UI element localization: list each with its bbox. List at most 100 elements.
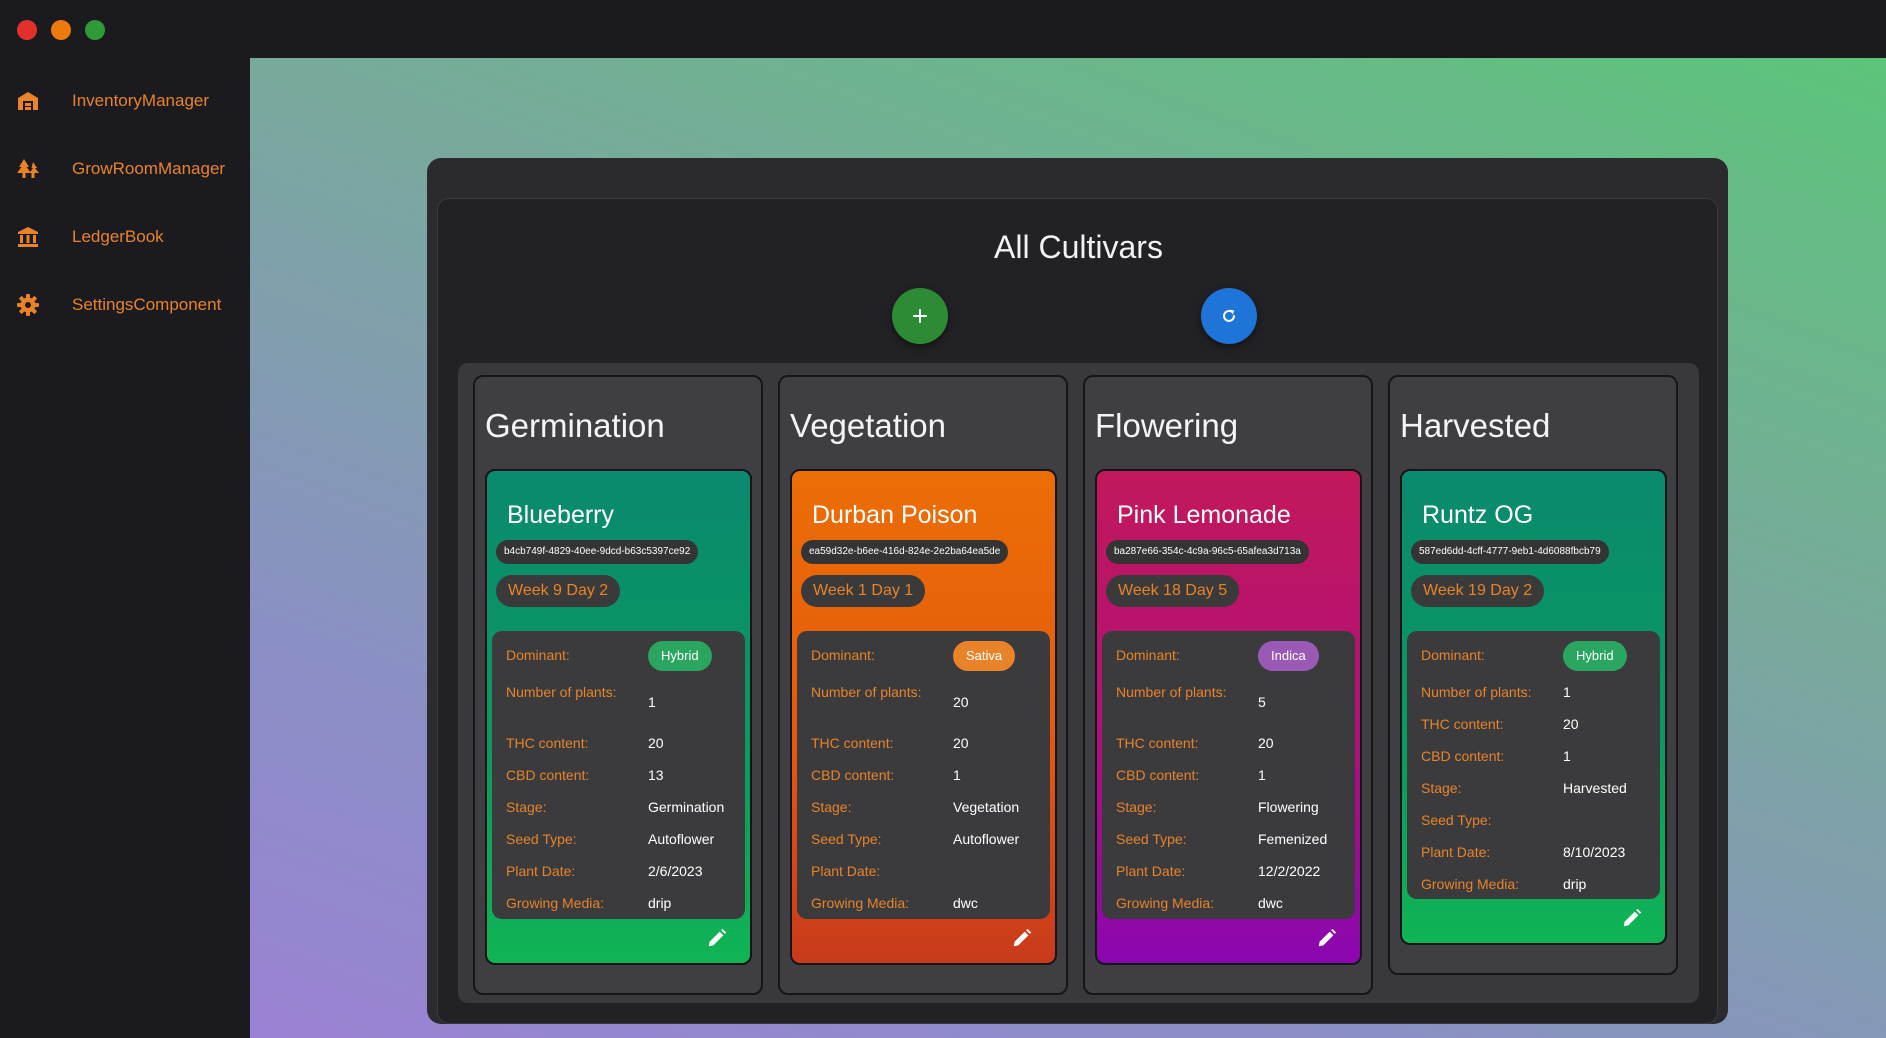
cultivar-card[interactable]: Runtz OG 587ed6dd-4cff-4777-9eb1-4d6088f… xyxy=(1400,469,1667,945)
dominant-badge: Indica xyxy=(1258,641,1319,671)
close-window-button[interactable] xyxy=(17,20,37,40)
edit-pencil-icon[interactable] xyxy=(1621,907,1643,929)
main-content: All Cultivars Germination Blueberry b4cb… xyxy=(250,58,1886,1038)
growing-media-label: Growing Media: xyxy=(506,895,605,911)
bank-icon xyxy=(18,227,38,247)
dominant-badge: Sativa xyxy=(953,641,1016,671)
plants-value: 1 xyxy=(1563,684,1571,700)
seed-type-label: Seed Type: xyxy=(1421,812,1492,828)
cultivar-card[interactable]: Blueberry b4cb749f-4829-40ee-9dcd-b63c53… xyxy=(485,469,752,965)
maximize-window-button[interactable] xyxy=(85,20,105,40)
cbd-label: CBD content: xyxy=(811,767,895,783)
sidebar-item-ledger-book[interactable]: LedgerBook xyxy=(0,212,250,262)
add-cultivar-button[interactable] xyxy=(892,288,948,344)
dominant-label: Dominant: xyxy=(1116,647,1180,663)
stage-label: Stage: xyxy=(1116,799,1157,815)
dominant-label: Dominant: xyxy=(811,647,875,663)
cultivar-name: Durban Poison xyxy=(812,501,978,529)
minimize-window-button[interactable] xyxy=(51,20,71,40)
stage-label: Stage: xyxy=(1421,780,1462,796)
stage-column-germination: Germination Blueberry b4cb749f-4829-40ee… xyxy=(473,375,763,995)
plant-date-label: Plant Date: xyxy=(1116,863,1186,879)
sidebar-item-grow-room-manager[interactable]: GrowRoomManager xyxy=(0,144,250,194)
trees-icon xyxy=(17,159,39,178)
cultivar-card[interactable]: Durban Poison ea59d32e-b6ee-416d-824e-2e… xyxy=(790,469,1057,965)
dominant-label: Dominant: xyxy=(506,647,570,663)
stage-board: Germination Blueberry b4cb749f-4829-40ee… xyxy=(458,363,1699,1003)
cultivar-id-badge: ba287e66-354c-4c9a-96c5-65afea3d713a xyxy=(1106,540,1309,564)
refresh-button[interactable] xyxy=(1201,288,1257,344)
growing-media-value: dwc xyxy=(1258,895,1283,911)
stage-label: Stage: xyxy=(811,799,852,815)
stage-value: Germination xyxy=(648,799,725,815)
cultivar-age-badge: Week 18 Day 5 xyxy=(1106,575,1240,607)
plant-date-value: 12/2/2022 xyxy=(1258,863,1321,879)
cbd-label: CBD content: xyxy=(1116,767,1200,783)
plant-date-label: Plant Date: xyxy=(1421,844,1491,860)
sidebar-item-inventory-manager[interactable]: InventoryManager xyxy=(0,76,250,126)
seed-type-label: Seed Type: xyxy=(1116,831,1187,847)
stage-value: Vegetation xyxy=(953,799,1020,815)
edit-pencil-icon[interactable] xyxy=(1316,927,1338,949)
window-titlebar xyxy=(0,0,1886,58)
plus-icon xyxy=(913,309,927,323)
thc-value: 20 xyxy=(1563,716,1579,732)
sidebar-item-label: GrowRoomManager xyxy=(72,159,226,178)
dominant-badge: Hybrid xyxy=(648,641,712,671)
plants-label: Number of plants: xyxy=(1116,684,1227,700)
plant-date-value: 8/10/2023 xyxy=(1563,844,1626,860)
column-title: Flowering xyxy=(1095,407,1239,444)
thc-label: THC content: xyxy=(506,735,589,751)
cultivars-container: All Cultivars Germination Blueberry b4cb… xyxy=(437,198,1718,1024)
cultivar-card[interactable]: Pink Lemonade ba287e66-354c-4c9a-96c5-65… xyxy=(1095,469,1362,965)
warehouse-icon xyxy=(18,92,38,110)
thc-label: THC content: xyxy=(1116,735,1199,751)
stage-column-harvested: Harvested Runtz OG 587ed6dd-4cff-4777-9e… xyxy=(1388,375,1678,975)
cultivar-id-badge: ea59d32e-b6ee-416d-824e-2e2ba64ea5de xyxy=(801,540,1009,564)
cultivar-details: Dominant: Sativa Number of plants: 20 TH… xyxy=(797,631,1050,919)
cbd-value: 1 xyxy=(1563,748,1571,764)
plants-label: Number of plants: xyxy=(1421,684,1532,700)
dominant-label: Dominant: xyxy=(1421,647,1485,663)
thc-label: THC content: xyxy=(1421,716,1504,732)
edit-pencil-icon[interactable] xyxy=(1011,927,1033,949)
column-title: Harvested xyxy=(1400,407,1551,444)
cultivar-id-badge: 587ed6dd-4cff-4777-9eb1-4d6088fbcb79 xyxy=(1411,540,1609,564)
sidebar-item-settings-component[interactable]: SettingsComponent xyxy=(0,280,250,330)
cultivar-name: Runtz OG xyxy=(1422,501,1534,529)
thc-label: THC content: xyxy=(811,735,894,751)
gear-icon xyxy=(17,294,39,316)
thc-value: 20 xyxy=(648,735,664,751)
dominant-badge: Hybrid xyxy=(1563,641,1627,671)
seed-type-value: Autoflower xyxy=(953,831,1020,847)
sidebar-item-label: InventoryManager xyxy=(72,91,210,110)
growing-media-label: Growing Media: xyxy=(1421,876,1520,892)
growing-media-label: Growing Media: xyxy=(1116,895,1215,911)
stage-label: Stage: xyxy=(506,799,547,815)
cultivars-panel: All Cultivars Germination Blueberry b4cb… xyxy=(427,158,1728,1024)
seed-type-label: Seed Type: xyxy=(811,831,882,847)
column-title: Germination xyxy=(485,407,665,444)
cbd-label: CBD content: xyxy=(506,767,590,783)
growing-media-value: drip xyxy=(648,895,672,911)
cbd-value: 1 xyxy=(953,767,961,783)
plant-date-value: 2/6/2023 xyxy=(648,863,703,879)
edit-pencil-icon[interactable] xyxy=(706,927,728,949)
cultivar-details: Dominant: Indica Number of plants: 5 THC… xyxy=(1102,631,1355,919)
growing-media-value: dwc xyxy=(953,895,978,911)
cultivar-age-badge: Week 1 Day 1 xyxy=(801,575,926,607)
plant-date-label: Plant Date: xyxy=(811,863,881,879)
stage-column-flowering: Flowering Pink Lemonade ba287e66-354c-4c… xyxy=(1083,375,1373,995)
thc-value: 20 xyxy=(1258,735,1274,751)
cultivar-name: Blueberry xyxy=(507,501,614,529)
plants-value: 20 xyxy=(953,694,969,710)
sidebar: InventoryManager GrowRoomManager LedgerB… xyxy=(0,58,250,1038)
seed-type-value: Autoflower xyxy=(648,831,715,847)
column-title: Vegetation xyxy=(790,407,946,444)
page-title: All Cultivars xyxy=(994,229,1163,265)
cultivar-details: Dominant: Hybrid Number of plants: 1 THC… xyxy=(1407,631,1660,899)
stage-value: Harvested xyxy=(1563,780,1627,796)
plant-date-label: Plant Date: xyxy=(506,863,576,879)
seed-type-value: Femenized xyxy=(1258,831,1328,847)
seed-type-label: Seed Type: xyxy=(506,831,577,847)
